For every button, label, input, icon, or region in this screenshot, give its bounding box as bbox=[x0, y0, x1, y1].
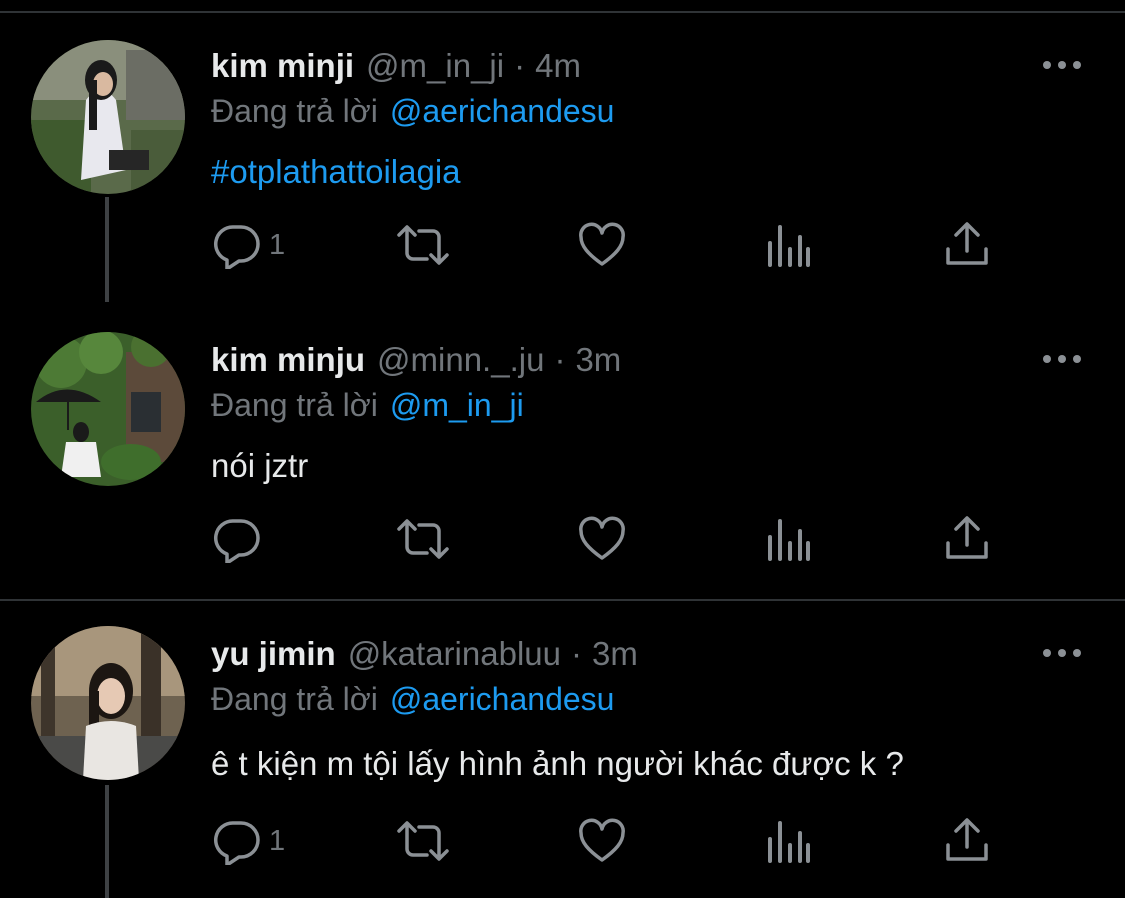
share-button[interactable] bbox=[943, 514, 991, 564]
top-divider bbox=[0, 11, 1125, 13]
reply-button[interactable]: 1 bbox=[213, 816, 285, 866]
tweet-header: kim minji @m_in_ji · 4m bbox=[211, 46, 581, 86]
retweet-button[interactable] bbox=[395, 514, 451, 564]
replying-to-handle[interactable]: @m_in_ji bbox=[390, 387, 524, 423]
avatar-photo bbox=[31, 332, 185, 486]
reply-button[interactable] bbox=[213, 514, 269, 564]
like-button[interactable] bbox=[578, 514, 626, 564]
reply-count: 1 bbox=[269, 228, 286, 261]
tweet-actions bbox=[0, 514, 1125, 564]
tweet-text: ê t kiện m tội lấy hình ảnh người khác đ… bbox=[211, 745, 904, 782]
conversation-divider bbox=[0, 599, 1125, 601]
more-options-icon[interactable] bbox=[1043, 50, 1081, 80]
reply-button[interactable]: 1 bbox=[213, 220, 285, 270]
like-button[interactable] bbox=[578, 816, 626, 866]
replying-to: Đang trả lời @aerichandesu bbox=[211, 93, 614, 130]
analytics-icon bbox=[768, 519, 810, 561]
replying-to: Đang trả lời @aerichandesu bbox=[211, 681, 614, 718]
analytics-button[interactable] bbox=[764, 514, 812, 564]
comment-icon bbox=[213, 821, 260, 865]
reply-count: 1 bbox=[269, 824, 286, 857]
analytics-icon bbox=[768, 225, 810, 267]
handle[interactable]: @minn._.ju bbox=[377, 341, 544, 379]
retweet-button[interactable] bbox=[395, 220, 451, 270]
more-options-icon[interactable] bbox=[1043, 344, 1081, 374]
avatar[interactable] bbox=[31, 332, 185, 486]
tweet-text: #otplathattoilagia bbox=[211, 153, 461, 191]
analytics-button[interactable] bbox=[764, 816, 812, 866]
analytics-button[interactable] bbox=[764, 220, 812, 270]
replying-to-label: Đang trả lời bbox=[211, 681, 378, 717]
handle[interactable]: @m_in_ji bbox=[366, 47, 504, 85]
tweet-header: kim minju @minn._.ju · 3m bbox=[211, 340, 621, 380]
hashtag-link[interactable]: #otplathattoilagia bbox=[211, 153, 461, 190]
share-button[interactable] bbox=[943, 220, 991, 270]
replying-to-label: Đang trả lời bbox=[211, 387, 378, 423]
tweet-actions: 1 bbox=[0, 816, 1125, 866]
tweet-actions: 1 bbox=[0, 220, 1125, 270]
comment-icon bbox=[213, 519, 260, 563]
avatar-photo bbox=[31, 40, 185, 194]
dot-separator: · bbox=[554, 341, 566, 378]
display-name[interactable]: kim minji bbox=[211, 47, 354, 85]
tweet-text: nói jztr bbox=[211, 447, 309, 484]
replying-to-handle[interactable]: @aerichandesu bbox=[390, 93, 615, 129]
tweet-header: yu jimin @katarinabluu · 3m bbox=[211, 634, 638, 674]
timestamp[interactable]: 3m bbox=[575, 341, 621, 379]
more-options-icon[interactable] bbox=[1043, 638, 1081, 668]
retweet-icon bbox=[397, 821, 449, 861]
handle[interactable]: @katarinabluu bbox=[348, 635, 561, 673]
comment-icon bbox=[213, 225, 260, 269]
timestamp[interactable]: 3m bbox=[592, 635, 638, 673]
retweet-icon bbox=[397, 225, 449, 265]
replying-to-handle[interactable]: @aerichandesu bbox=[390, 681, 615, 717]
avatar[interactable] bbox=[31, 626, 185, 780]
analytics-icon bbox=[768, 821, 810, 863]
dot-separator: · bbox=[570, 635, 582, 672]
timestamp[interactable]: 4m bbox=[535, 47, 581, 85]
display-name[interactable]: kim minju bbox=[211, 341, 365, 379]
share-icon bbox=[946, 818, 988, 861]
replying-to-label: Đang trả lời bbox=[211, 93, 378, 129]
share-icon bbox=[946, 222, 988, 265]
retweet-icon bbox=[397, 519, 449, 559]
dot-separator: · bbox=[514, 47, 526, 84]
display-name[interactable]: yu jimin bbox=[211, 635, 336, 673]
replying-to: Đang trả lời @m_in_ji bbox=[211, 387, 524, 424]
retweet-button[interactable] bbox=[395, 816, 451, 866]
like-icon bbox=[579, 222, 625, 266]
like-button[interactable] bbox=[578, 220, 626, 270]
like-icon bbox=[579, 818, 625, 862]
like-icon bbox=[579, 516, 625, 560]
avatar-photo bbox=[31, 626, 185, 780]
share-button[interactable] bbox=[943, 816, 991, 866]
share-icon bbox=[946, 516, 988, 559]
avatar[interactable] bbox=[31, 40, 185, 194]
